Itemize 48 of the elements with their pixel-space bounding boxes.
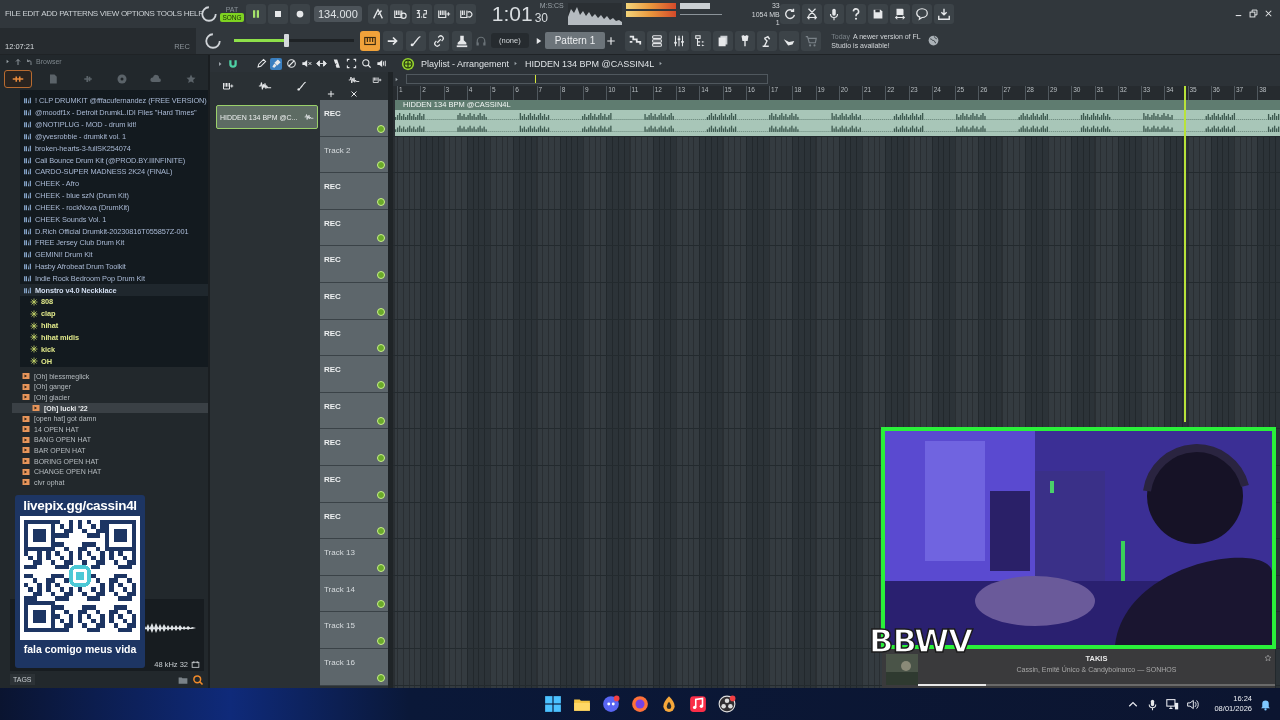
track-name: REC	[324, 401, 341, 411]
playlist-title: Playlist - Arrangement	[421, 58, 510, 69]
track-name: Track 13	[324, 548, 355, 558]
track-name: REC	[324, 474, 341, 484]
track-name: REC	[324, 182, 341, 192]
track-header[interactable]: REC	[320, 173, 388, 210]
song-time-centiseconds: 30	[534, 10, 548, 25]
track-header[interactable]: Track 2	[320, 136, 388, 174]
menu-item[interactable]: PATTERNS	[59, 9, 98, 18]
track-header[interactable]: REC	[320, 100, 388, 137]
menu-item[interactable]: FILE	[5, 9, 21, 18]
track-name: REC	[324, 365, 341, 375]
track-name: REC	[324, 218, 341, 228]
track-header[interactable]: REC	[320, 429, 388, 466]
track-name: Track 14	[324, 584, 355, 594]
donation-caption: fala comigo meus vida	[23, 643, 137, 655]
menu-item[interactable]: HELP	[183, 9, 204, 18]
track-header[interactable]: Track 14	[320, 575, 388, 613]
song-time: 1:01	[491, 2, 533, 25]
track-header[interactable]: REC	[320, 282, 388, 320]
track-name: Track 15	[324, 621, 355, 631]
track-header[interactable]: REC	[320, 246, 388, 283]
menu-item[interactable]: TOOLS	[156, 9, 182, 18]
track-header[interactable]: REC	[320, 209, 388, 247]
track-header[interactable]: Track 15	[320, 612, 388, 649]
track-header[interactable]: REC	[320, 356, 388, 393]
track-name: REC	[324, 438, 341, 448]
pattern-title[interactable]: HIDDEN 134 BPM @CASSIN4L	[525, 58, 655, 69]
track-name: REC	[324, 255, 341, 265]
menu-item[interactable]: OPTIONS	[120, 9, 155, 18]
pattern-selector[interactable]: Pattern 1	[544, 32, 606, 49]
track-header[interactable]: REC	[320, 502, 388, 540]
track-header[interactable]: Track 16	[320, 648, 388, 686]
track-name: Track 2	[324, 145, 351, 155]
track-header[interactable]: REC	[320, 392, 388, 430]
track-name: REC	[324, 328, 341, 338]
menu-item[interactable]: VIEW	[99, 9, 119, 18]
track-header[interactable]: REC	[320, 465, 388, 503]
track-header[interactable]: Track 13	[320, 539, 388, 576]
menu-item[interactable]: ADD	[41, 9, 58, 18]
track-header[interactable]: REC	[320, 319, 388, 357]
donation-url: livepix.gg/cassin4l	[23, 498, 137, 513]
tempo-display[interactable]: 134.000	[314, 5, 362, 22]
track-name: REC	[324, 109, 341, 118]
track-name: REC	[324, 291, 341, 301]
track-name: Track 16	[324, 657, 355, 667]
menu-item[interactable]: EDIT	[22, 9, 40, 18]
track-name: REC	[324, 511, 341, 521]
